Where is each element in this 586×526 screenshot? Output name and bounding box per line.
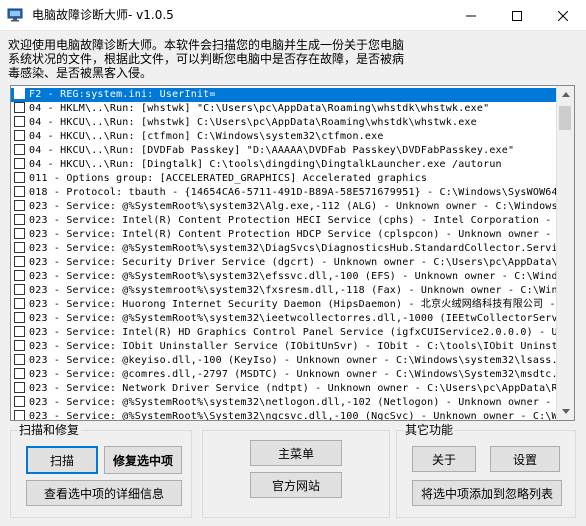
- list-item-text: 023 - Service: @%SystemRoot%\system32\ne…: [29, 397, 557, 408]
- list-item-text: 023 - Service: @%SystemRoot%\system32\Di…: [29, 243, 557, 254]
- item-checkbox[interactable]: [14, 214, 25, 225]
- item-checkbox[interactable]: [14, 410, 25, 420]
- list-item-text: 04 - HKCU\..\Run: [ctfmon] C:\Windows\sy…: [29, 131, 384, 142]
- item-checkbox[interactable]: [14, 312, 25, 323]
- list-item[interactable]: 023 - Service: @%SystemRoot%\system32\ef…: [11, 270, 557, 284]
- maximize-button[interactable]: [494, 0, 540, 31]
- item-checkbox[interactable]: [14, 172, 25, 183]
- list-item-text: 04 - HKCU\..\Run: [Dingtalk] C:\tools\di…: [29, 159, 502, 170]
- list-item-text: 023 - Service: Intel(R) HD Graphics Cont…: [29, 327, 557, 338]
- item-checkbox[interactable]: [14, 368, 25, 379]
- intro-line: 毒感染、是否被黑客入侵。: [8, 66, 153, 80]
- close-button[interactable]: [540, 0, 586, 31]
- window-title: 电脑故障诊断大师- v1.0.5: [32, 8, 174, 22]
- item-checkbox[interactable]: [14, 228, 25, 239]
- item-checkbox[interactable]: [14, 354, 25, 365]
- list-item-text: 023 - Service: @%SystemRoot%\system32\Al…: [29, 201, 557, 212]
- list-item-text: 04 - HKCU\..\Run: [DVDFab Passkey] "D:\A…: [29, 145, 515, 156]
- list-item-text: 023 - Service: @%SystemRoot%\system32\ef…: [29, 271, 557, 282]
- list-item[interactable]: 04 - HKCU\..\Run: [DVDFab Passkey] "D:\A…: [11, 144, 557, 158]
- item-checkbox[interactable]: [14, 270, 25, 281]
- list-item-text: 018 - Protocol: tbauth - {14654CA6-5711-…: [29, 187, 557, 198]
- add-to-ignore-list-button[interactable]: 将选中项添加到忽略列表: [412, 480, 562, 506]
- item-checkbox[interactable]: [14, 116, 25, 127]
- list-item-text: 011 - Options group: [ACCELERATED_GRAPHI…: [29, 173, 428, 184]
- title-bar: 电脑故障诊断大师- v1.0.5: [0, 0, 586, 31]
- list-item-text: 04 - HKCU\..\Run: [whstwk] C:\Users\pc\A…: [29, 117, 477, 128]
- list-item[interactable]: 023 - Service: @%SystemRoot%\system32\Al…: [11, 200, 557, 214]
- list-item[interactable]: 023 - Service: Intel(R) Content Protecti…: [11, 214, 557, 228]
- official-website-button[interactable]: 官方网站: [250, 472, 342, 498]
- list-item[interactable]: 018 - Protocol: tbauth - {14654CA6-5711-…: [11, 186, 557, 200]
- list-item-text: 04 - HKLM\..\Run: [whstwk] "C:\Users\pc\…: [29, 103, 490, 114]
- list-item-text: 023 - Service: Security Driver Service (…: [29, 257, 557, 268]
- list-item[interactable]: 023 - Service: Intel(R) Content Protecti…: [11, 228, 557, 242]
- scan-results-rows: F2 - REG:system.ini: UserInit= 04 - HKLM\…: [11, 88, 557, 421]
- scroll-down-icon[interactable]: [557, 403, 574, 420]
- list-item-text: 023 - Service: @%SystemRoot%\System32\ng…: [29, 411, 557, 421]
- minimize-button[interactable]: [448, 0, 494, 31]
- item-checkbox[interactable]: [14, 396, 25, 407]
- scan-results-list[interactable]: F2 - REG:system.ini: UserInit= 04 - HKLM\…: [10, 85, 575, 421]
- app-icon: [7, 7, 23, 23]
- item-checkbox[interactable]: [14, 326, 25, 337]
- list-item[interactable]: 04 - HKCU\..\Run: [Dingtalk] C:\tools\di…: [11, 158, 557, 172]
- item-checkbox[interactable]: [14, 144, 25, 155]
- other-functions-group-title: 其它功能: [403, 423, 456, 437]
- settings-button[interactable]: 设置: [490, 446, 560, 472]
- list-item-text: 023 - Service: Huorong Internet Security…: [29, 299, 557, 310]
- fix-selected-button[interactable]: 修复选中项: [104, 446, 182, 474]
- item-checkbox[interactable]: [14, 242, 25, 253]
- intro-line: 欢迎使用电脑故障诊断大师。本软件会扫描您的电脑并生成一份关于您电脑: [8, 38, 405, 52]
- list-item[interactable]: 023 - Service: Network Driver Service (n…: [11, 382, 557, 396]
- item-checkbox[interactable]: [14, 186, 25, 197]
- list-item[interactable]: 023 - Service: Security Driver Service (…: [11, 256, 557, 270]
- list-item[interactable]: 04 - HKCU\..\Run: [whstwk] C:\Users\pc\A…: [11, 116, 557, 130]
- item-checkbox[interactable]: [14, 88, 25, 99]
- list-item[interactable]: 023 - Service: @%SystemRoot%\system32\ne…: [11, 396, 557, 410]
- list-item-text: 023 - Service: Intel(R) Content Protecti…: [29, 229, 557, 240]
- item-checkbox[interactable]: [14, 382, 25, 393]
- main-menu-button[interactable]: 主菜单: [250, 440, 342, 466]
- item-checkbox[interactable]: [14, 158, 25, 169]
- list-item[interactable]: 023 - Service: Intel(R) HD Graphics Cont…: [11, 326, 557, 340]
- item-checkbox[interactable]: [14, 130, 25, 141]
- item-checkbox[interactable]: [14, 200, 25, 211]
- list-item[interactable]: 011 - Options group: [ACCELERATED_GRAPHI…: [11, 172, 557, 186]
- list-item[interactable]: F2 - REG:system.ini: UserInit=: [11, 88, 557, 102]
- item-checkbox[interactable]: [14, 102, 25, 113]
- view-details-button[interactable]: 查看选中项的详细信息: [26, 480, 182, 506]
- list-item-text: 023 - Service: @%systemroot%\system32\fx…: [29, 285, 557, 296]
- list-item-text: 023 - Service: @%SystemRoot%\system32\ie…: [29, 313, 557, 324]
- item-checkbox[interactable]: [14, 340, 25, 351]
- list-item[interactable]: 023 - Service: @comres.dll,-2797 (MSDTC)…: [11, 368, 557, 382]
- list-item-text: 023 - Service: IObit Uninstaller Service…: [29, 341, 557, 352]
- about-button[interactable]: 关于: [412, 446, 476, 472]
- list-item[interactable]: 023 - Service: @keyiso.dll,-100 (KeyIso)…: [11, 354, 557, 368]
- scrollbar-thumb[interactable]: [559, 106, 571, 130]
- list-item[interactable]: 04 - HKCU\..\Run: [ctfmon] C:\Windows\sy…: [11, 130, 557, 144]
- intro-text: 欢迎使用电脑故障诊断大师。本软件会扫描您的电脑并生成一份关于您电脑 系统状况的文…: [8, 38, 578, 80]
- list-item[interactable]: 023 - Service: @%SystemRoot%\system32\ie…: [11, 312, 557, 326]
- list-item-text: 023 - Service: @comres.dll,-2797 (MSDTC)…: [29, 369, 557, 380]
- scan-button[interactable]: 扫描: [26, 446, 98, 474]
- list-item-text: 023 - Service: @keyiso.dll,-100 (KeyIso)…: [29, 355, 557, 366]
- list-item[interactable]: 023 - Service: IObit Uninstaller Service…: [11, 340, 557, 354]
- list-item[interactable]: 04 - HKLM\..\Run: [whstwk] "C:\Users\pc\…: [11, 102, 557, 116]
- scan-repair-group-title: 扫描和修复: [17, 423, 82, 437]
- list-item[interactable]: 023 - Service: @%SystemRoot%\System32\ng…: [11, 410, 557, 421]
- intro-line: 系统状况的文件，根据此文件，可以判断您电脑中是否存在故障，是否被病: [8, 52, 405, 66]
- list-item-text: 023 - Service: Network Driver Service (n…: [29, 383, 557, 394]
- list-item[interactable]: 023 - Service: @%systemroot%\system32\fx…: [11, 284, 557, 298]
- list-item-text: F2 - REG:system.ini: UserInit=: [29, 89, 216, 100]
- vertical-scrollbar[interactable]: [556, 86, 574, 420]
- item-checkbox[interactable]: [14, 284, 25, 295]
- list-item-text: 023 - Service: Intel(R) Content Protecti…: [29, 215, 557, 226]
- scroll-up-icon[interactable]: [557, 86, 574, 103]
- item-checkbox[interactable]: [14, 256, 25, 267]
- item-checkbox[interactable]: [14, 298, 25, 309]
- list-item[interactable]: 023 - Service: Huorong Internet Security…: [11, 298, 557, 312]
- list-item[interactable]: 023 - Service: @%SystemRoot%\system32\Di…: [11, 242, 557, 256]
